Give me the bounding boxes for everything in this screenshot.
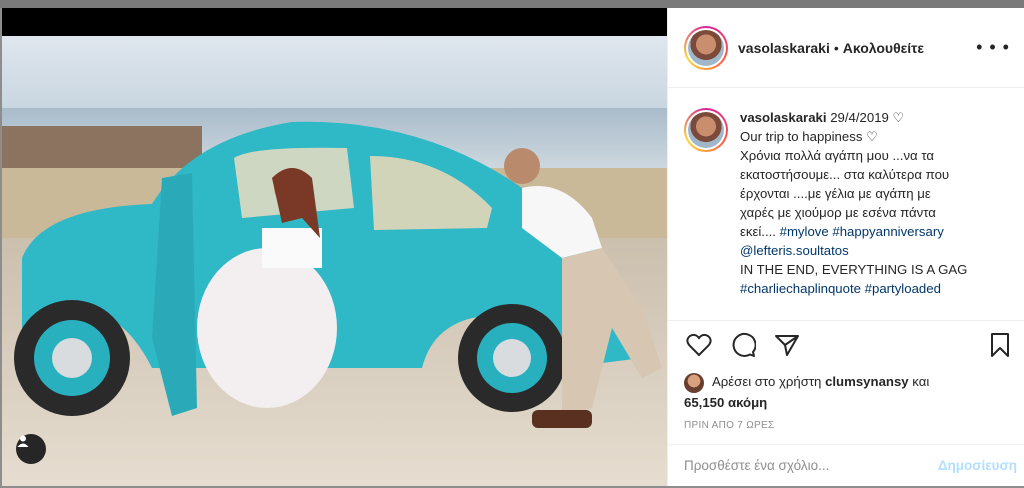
comment-icon[interactable]: [728, 330, 758, 360]
top-band: [0, 0, 1024, 8]
caption-line: Χρόνια πολλά αγάπη μου ...να τα: [740, 148, 934, 163]
hashtag-partyloaded[interactable]: #partyloaded: [865, 281, 941, 296]
likes-prefix: Αρέσει στο χρήστη: [712, 374, 822, 389]
caption-line: χαρές με χιούμορ με εσένα πάντα: [740, 205, 936, 220]
post-sidebar: vasolaskaraki • Ακολουθείτε • • • vasola…: [667, 8, 1024, 486]
header-separator: •: [833, 39, 839, 56]
liker-username[interactable]: clumsynansy: [825, 374, 909, 389]
caption-line: εκατοστήσουμε... στα καλύτερα που: [740, 167, 950, 182]
caption-text: vasolaskaraki 29/4/2019 ♡ Our trip to ha…: [740, 108, 967, 298]
heart-icon[interactable]: [684, 330, 714, 360]
user-tag-icon[interactable]: [16, 434, 46, 464]
likes-count[interactable]: 65,150 ακόμη: [684, 395, 767, 410]
hashtag-charliechaplinquote[interactable]: #charliechaplinquote: [740, 281, 861, 296]
caption-line: IN THE END, EVERYTHING IS A GAG: [740, 262, 968, 277]
post-header: vasolaskaraki • Ακολουθείτε • • •: [668, 8, 1024, 88]
screenshot-frame: vasolaskaraki • Ακολουθείτε • • • vasola…: [0, 0, 1024, 488]
caption-avatar[interactable]: [684, 108, 728, 152]
caption-line: έρχονται ....με γέλια με αγάπη με: [740, 186, 931, 201]
post-timestamp[interactable]: ΠΡΙΝ ΑΠΟ 7 ΩΡΕΣ: [684, 420, 774, 431]
action-bar: [668, 320, 1024, 368]
caption-line: εκεί....: [740, 224, 780, 239]
more-icon[interactable]: • • •: [976, 37, 1010, 58]
hashtag-happyanniversary[interactable]: #happyanniversary: [832, 224, 943, 239]
hashtag-mylove[interactable]: #mylove: [780, 224, 829, 239]
bookmark-icon[interactable]: [985, 330, 1015, 360]
post-comment-button[interactable]: Δημοσίευση: [938, 458, 1017, 473]
photo-illustration: [2, 8, 667, 486]
likes-and: και: [912, 374, 930, 389]
avatar[interactable]: [684, 25, 728, 70]
caption: vasolaskaraki 29/4/2019 ♡ Our trip to ha…: [684, 108, 1012, 298]
caption-date: 29/4/2019 ♡: [830, 110, 905, 125]
post-photo[interactable]: [2, 8, 667, 486]
instagram-post: vasolaskaraki • Ακολουθείτε • • • vasola…: [2, 8, 1024, 486]
liker-avatar[interactable]: [684, 372, 704, 393]
comment-input[interactable]: [684, 458, 938, 473]
likes-summary: Αρέσει στο χρήστη clumsynansy και 65,150…: [684, 372, 929, 413]
comment-bar: Δημοσίευση: [668, 444, 1024, 486]
caption-username[interactable]: vasolaskaraki: [740, 110, 827, 125]
header-username[interactable]: vasolaskaraki: [738, 40, 830, 56]
caption-line: Our trip to happiness ♡: [740, 129, 878, 144]
share-icon[interactable]: [772, 330, 802, 360]
mention-link[interactable]: @lefteris.soultatos: [740, 243, 849, 258]
following-button[interactable]: Ακολουθείτε: [843, 40, 924, 56]
